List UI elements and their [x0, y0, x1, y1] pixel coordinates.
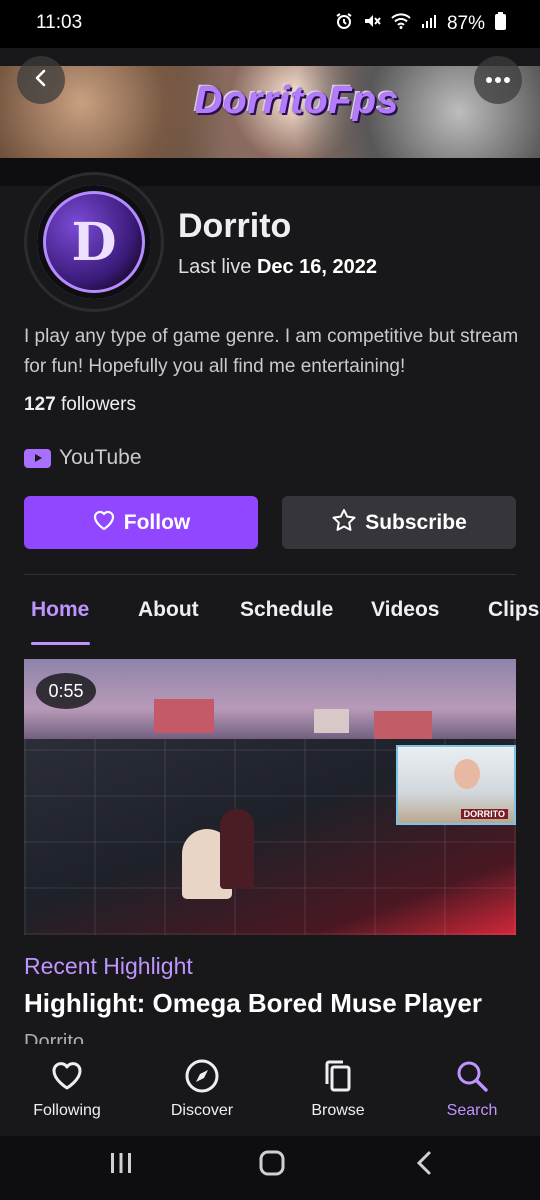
video-thumbnail[interactable]: DORRITO: [24, 659, 516, 935]
followers-number: 127: [24, 394, 56, 415]
channel-name: Dorrito: [178, 207, 292, 245]
alarm-icon: [335, 12, 353, 36]
nav-browse-label: Browse: [311, 1102, 365, 1119]
webcam-person: [454, 759, 480, 789]
avatar-logo: D: [37, 185, 151, 299]
browse-icon: [283, 1056, 393, 1096]
followers-count: 127 followers: [24, 394, 136, 416]
tab-clips[interactable]: Clips: [488, 598, 539, 622]
more-horizontal-icon: [485, 71, 511, 89]
follow-button[interactable]: Follow: [24, 496, 258, 549]
divider: [24, 574, 516, 575]
signal-icon: [421, 13, 437, 35]
tab-videos[interactable]: Videos: [371, 598, 439, 622]
mute-icon: [363, 12, 381, 36]
thumb-character: [220, 809, 254, 889]
nav-search-label: Search: [446, 1102, 498, 1119]
avatar-letter: D: [71, 211, 117, 273]
nav-following-label: Following: [33, 1102, 101, 1119]
status-icons: 87%: [335, 12, 506, 36]
video-duration-badge: 0:55: [36, 673, 96, 709]
webcam-overlay: DORRITO: [396, 745, 516, 825]
subscribe-label: Subscribe: [365, 510, 467, 534]
youtube-link-label: YouTube: [59, 446, 142, 469]
nav-search[interactable]: Search: [417, 1056, 527, 1120]
battery-icon: [495, 12, 506, 36]
webcam-label: DORRITO: [460, 809, 508, 819]
follow-label: Follow: [123, 510, 191, 534]
avatar[interactable]: D: [24, 172, 164, 312]
thumb-scenery: [374, 711, 432, 741]
thumb-scenery: [154, 699, 214, 733]
search-icon: [417, 1056, 527, 1096]
compass-icon: [147, 1056, 257, 1096]
channel-bio: I play any type of game genre. I am comp…: [24, 326, 519, 377]
status-bar: 11:03 87%: [0, 0, 540, 48]
last-live-date: Dec 16, 2022: [256, 256, 378, 278]
video-title[interactable]: Highlight: Omega Bored Muse Player: [24, 988, 482, 1019]
nav-browse[interactable]: Browse: [283, 1056, 393, 1120]
recent-apps-button[interactable]: [108, 1150, 134, 1181]
tab-about[interactable]: About: [138, 598, 199, 622]
channel-tabs: Home About Schedule Videos Clips: [0, 598, 540, 648]
nav-discover-label: Discover: [170, 1102, 234, 1119]
home-button[interactable]: [258, 1150, 286, 1181]
subscribe-button[interactable]: Subscribe: [282, 496, 516, 549]
chevron-left-icon: [31, 68, 51, 93]
last-live: Last live Dec 16, 2022: [178, 256, 377, 279]
nav-following[interactable]: Following: [12, 1056, 122, 1120]
wifi-icon: [391, 13, 411, 35]
nav-discover[interactable]: Discover: [147, 1056, 257, 1120]
heart-icon: [92, 509, 116, 537]
bottom-navigation: Following Discover Browse Search: [0, 1044, 540, 1136]
more-options-button[interactable]: [474, 56, 522, 104]
last-live-prefix: Last live: [178, 256, 252, 278]
channel-banner: DorritoFps: [0, 66, 540, 158]
status-time: 11:03: [36, 12, 83, 33]
back-button[interactable]: [17, 56, 65, 104]
youtube-link[interactable]: YouTube: [24, 446, 142, 470]
tab-schedule[interactable]: Schedule: [240, 598, 333, 622]
video-channel: Dorrito: [24, 1031, 85, 1045]
banner-title: DorritoFps: [195, 80, 400, 122]
heart-icon: [12, 1056, 122, 1096]
system-navigation-bar: [0, 1136, 540, 1200]
followers-label: followers: [60, 394, 136, 415]
youtube-icon: [24, 448, 51, 468]
battery-percent: 87%: [446, 13, 485, 34]
section-label: Recent Highlight: [24, 953, 193, 979]
star-icon: [331, 508, 357, 538]
tab-home[interactable]: Home: [31, 598, 89, 622]
system-back-button[interactable]: [412, 1150, 436, 1181]
active-tab-indicator: [31, 642, 90, 645]
thumb-scenery: [314, 709, 349, 733]
